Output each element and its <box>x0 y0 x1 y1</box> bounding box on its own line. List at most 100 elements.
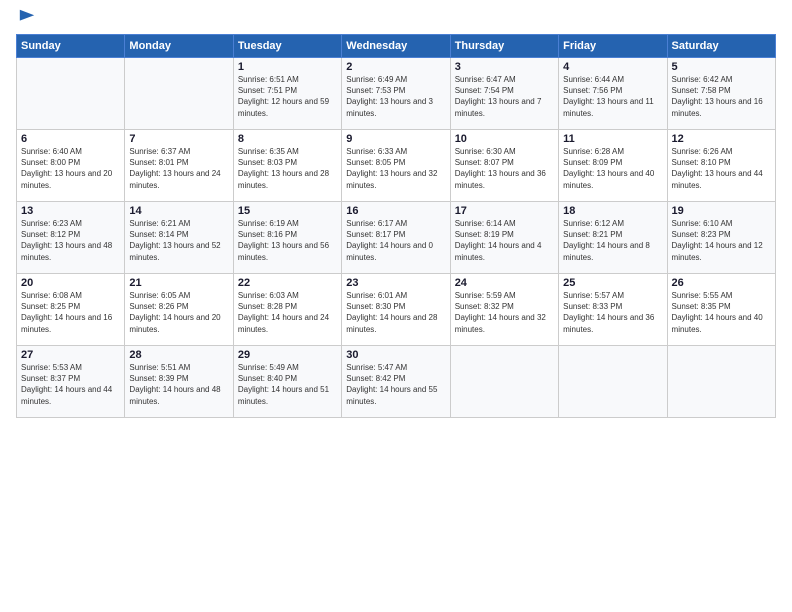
day-number: 6 <box>21 133 120 145</box>
header-friday: Friday <box>559 35 667 58</box>
logo-flag-icon <box>18 8 36 26</box>
day-info: Sunrise: 6:30 AM Sunset: 8:07 PM Dayligh… <box>455 146 554 191</box>
day-number: 16 <box>346 205 445 217</box>
day-number: 17 <box>455 205 554 217</box>
calendar-cell: 6Sunrise: 6:40 AM Sunset: 8:00 PM Daylig… <box>17 130 125 202</box>
header-wednesday: Wednesday <box>342 35 450 58</box>
day-number: 14 <box>129 205 228 217</box>
calendar-cell: 2Sunrise: 6:49 AM Sunset: 7:53 PM Daylig… <box>342 58 450 130</box>
day-number: 1 <box>238 61 337 73</box>
calendar-cell: 5Sunrise: 6:42 AM Sunset: 7:58 PM Daylig… <box>667 58 775 130</box>
day-info: Sunrise: 6:40 AM Sunset: 8:00 PM Dayligh… <box>21 146 120 191</box>
day-number: 9 <box>346 133 445 145</box>
day-number: 3 <box>455 61 554 73</box>
day-info: Sunrise: 5:55 AM Sunset: 8:35 PM Dayligh… <box>672 290 771 335</box>
day-number: 8 <box>238 133 337 145</box>
day-info: Sunrise: 6:05 AM Sunset: 8:26 PM Dayligh… <box>129 290 228 335</box>
header-tuesday: Tuesday <box>233 35 341 58</box>
day-number: 22 <box>238 277 337 289</box>
calendar-cell: 10Sunrise: 6:30 AM Sunset: 8:07 PM Dayli… <box>450 130 558 202</box>
calendar-cell <box>17 58 125 130</box>
day-info: Sunrise: 6:08 AM Sunset: 8:25 PM Dayligh… <box>21 290 120 335</box>
calendar-cell: 1Sunrise: 6:51 AM Sunset: 7:51 PM Daylig… <box>233 58 341 130</box>
day-info: Sunrise: 6:01 AM Sunset: 8:30 PM Dayligh… <box>346 290 445 335</box>
day-number: 27 <box>21 349 120 361</box>
day-number: 2 <box>346 61 445 73</box>
calendar-cell: 18Sunrise: 6:12 AM Sunset: 8:21 PM Dayli… <box>559 202 667 274</box>
calendar-table: SundayMondayTuesdayWednesdayThursdayFrid… <box>16 34 776 418</box>
calendar-cell: 29Sunrise: 5:49 AM Sunset: 8:40 PM Dayli… <box>233 346 341 418</box>
day-number: 23 <box>346 277 445 289</box>
day-info: Sunrise: 6:49 AM Sunset: 7:53 PM Dayligh… <box>346 74 445 119</box>
day-number: 18 <box>563 205 662 217</box>
day-number: 30 <box>346 349 445 361</box>
day-info: Sunrise: 6:03 AM Sunset: 8:28 PM Dayligh… <box>238 290 337 335</box>
day-number: 7 <box>129 133 228 145</box>
day-info: Sunrise: 6:23 AM Sunset: 8:12 PM Dayligh… <box>21 218 120 263</box>
calendar-cell: 11Sunrise: 6:28 AM Sunset: 8:09 PM Dayli… <box>559 130 667 202</box>
calendar-cell: 14Sunrise: 6:21 AM Sunset: 8:14 PM Dayli… <box>125 202 233 274</box>
day-info: Sunrise: 5:49 AM Sunset: 8:40 PM Dayligh… <box>238 362 337 407</box>
header-thursday: Thursday <box>450 35 558 58</box>
calendar-cell: 17Sunrise: 6:14 AM Sunset: 8:19 PM Dayli… <box>450 202 558 274</box>
day-info: Sunrise: 6:26 AM Sunset: 8:10 PM Dayligh… <box>672 146 771 191</box>
day-info: Sunrise: 6:42 AM Sunset: 7:58 PM Dayligh… <box>672 74 771 119</box>
day-info: Sunrise: 6:14 AM Sunset: 8:19 PM Dayligh… <box>455 218 554 263</box>
day-info: Sunrise: 6:47 AM Sunset: 7:54 PM Dayligh… <box>455 74 554 119</box>
day-info: Sunrise: 6:44 AM Sunset: 7:56 PM Dayligh… <box>563 74 662 119</box>
calendar-cell: 25Sunrise: 5:57 AM Sunset: 8:33 PM Dayli… <box>559 274 667 346</box>
calendar-cell: 12Sunrise: 6:26 AM Sunset: 8:10 PM Dayli… <box>667 130 775 202</box>
day-number: 20 <box>21 277 120 289</box>
header-saturday: Saturday <box>667 35 775 58</box>
calendar-cell: 26Sunrise: 5:55 AM Sunset: 8:35 PM Dayli… <box>667 274 775 346</box>
day-number: 10 <box>455 133 554 145</box>
day-info: Sunrise: 6:35 AM Sunset: 8:03 PM Dayligh… <box>238 146 337 191</box>
day-number: 29 <box>238 349 337 361</box>
header-sunday: Sunday <box>17 35 125 58</box>
day-number: 4 <box>563 61 662 73</box>
calendar-cell: 13Sunrise: 6:23 AM Sunset: 8:12 PM Dayli… <box>17 202 125 274</box>
day-info: Sunrise: 5:51 AM Sunset: 8:39 PM Dayligh… <box>129 362 228 407</box>
week-row-4: 20Sunrise: 6:08 AM Sunset: 8:25 PM Dayli… <box>17 274 776 346</box>
day-info: Sunrise: 6:33 AM Sunset: 8:05 PM Dayligh… <box>346 146 445 191</box>
calendar-cell <box>559 346 667 418</box>
day-info: Sunrise: 6:28 AM Sunset: 8:09 PM Dayligh… <box>563 146 662 191</box>
calendar-cell: 20Sunrise: 6:08 AM Sunset: 8:25 PM Dayli… <box>17 274 125 346</box>
day-number: 15 <box>238 205 337 217</box>
week-row-1: 1Sunrise: 6:51 AM Sunset: 7:51 PM Daylig… <box>17 58 776 130</box>
calendar-cell: 27Sunrise: 5:53 AM Sunset: 8:37 PM Dayli… <box>17 346 125 418</box>
calendar-cell: 28Sunrise: 5:51 AM Sunset: 8:39 PM Dayli… <box>125 346 233 418</box>
day-info: Sunrise: 5:47 AM Sunset: 8:42 PM Dayligh… <box>346 362 445 407</box>
day-info: Sunrise: 5:59 AM Sunset: 8:32 PM Dayligh… <box>455 290 554 335</box>
day-number: 25 <box>563 277 662 289</box>
day-number: 12 <box>672 133 771 145</box>
calendar-cell: 8Sunrise: 6:35 AM Sunset: 8:03 PM Daylig… <box>233 130 341 202</box>
header <box>16 12 776 26</box>
header-monday: Monday <box>125 35 233 58</box>
day-info: Sunrise: 6:17 AM Sunset: 8:17 PM Dayligh… <box>346 218 445 263</box>
logo <box>16 12 36 26</box>
calendar-cell: 16Sunrise: 6:17 AM Sunset: 8:17 PM Dayli… <box>342 202 450 274</box>
calendar-cell <box>450 346 558 418</box>
day-number: 24 <box>455 277 554 289</box>
calendar-cell: 24Sunrise: 5:59 AM Sunset: 8:32 PM Dayli… <box>450 274 558 346</box>
calendar-cell: 22Sunrise: 6:03 AM Sunset: 8:28 PM Dayli… <box>233 274 341 346</box>
calendar-cell: 15Sunrise: 6:19 AM Sunset: 8:16 PM Dayli… <box>233 202 341 274</box>
calendar-cell <box>125 58 233 130</box>
day-info: Sunrise: 6:19 AM Sunset: 8:16 PM Dayligh… <box>238 218 337 263</box>
calendar-cell: 19Sunrise: 6:10 AM Sunset: 8:23 PM Dayli… <box>667 202 775 274</box>
week-row-5: 27Sunrise: 5:53 AM Sunset: 8:37 PM Dayli… <box>17 346 776 418</box>
day-number: 5 <box>672 61 771 73</box>
day-number: 26 <box>672 277 771 289</box>
day-info: Sunrise: 6:21 AM Sunset: 8:14 PM Dayligh… <box>129 218 228 263</box>
day-number: 28 <box>129 349 228 361</box>
calendar-cell: 23Sunrise: 6:01 AM Sunset: 8:30 PM Dayli… <box>342 274 450 346</box>
day-number: 19 <box>672 205 771 217</box>
calendar-cell: 3Sunrise: 6:47 AM Sunset: 7:54 PM Daylig… <box>450 58 558 130</box>
day-info: Sunrise: 6:37 AM Sunset: 8:01 PM Dayligh… <box>129 146 228 191</box>
day-number: 21 <box>129 277 228 289</box>
day-number: 13 <box>21 205 120 217</box>
calendar-cell: 21Sunrise: 6:05 AM Sunset: 8:26 PM Dayli… <box>125 274 233 346</box>
page: SundayMondayTuesdayWednesdayThursdayFrid… <box>0 0 792 612</box>
calendar-cell: 9Sunrise: 6:33 AM Sunset: 8:05 PM Daylig… <box>342 130 450 202</box>
